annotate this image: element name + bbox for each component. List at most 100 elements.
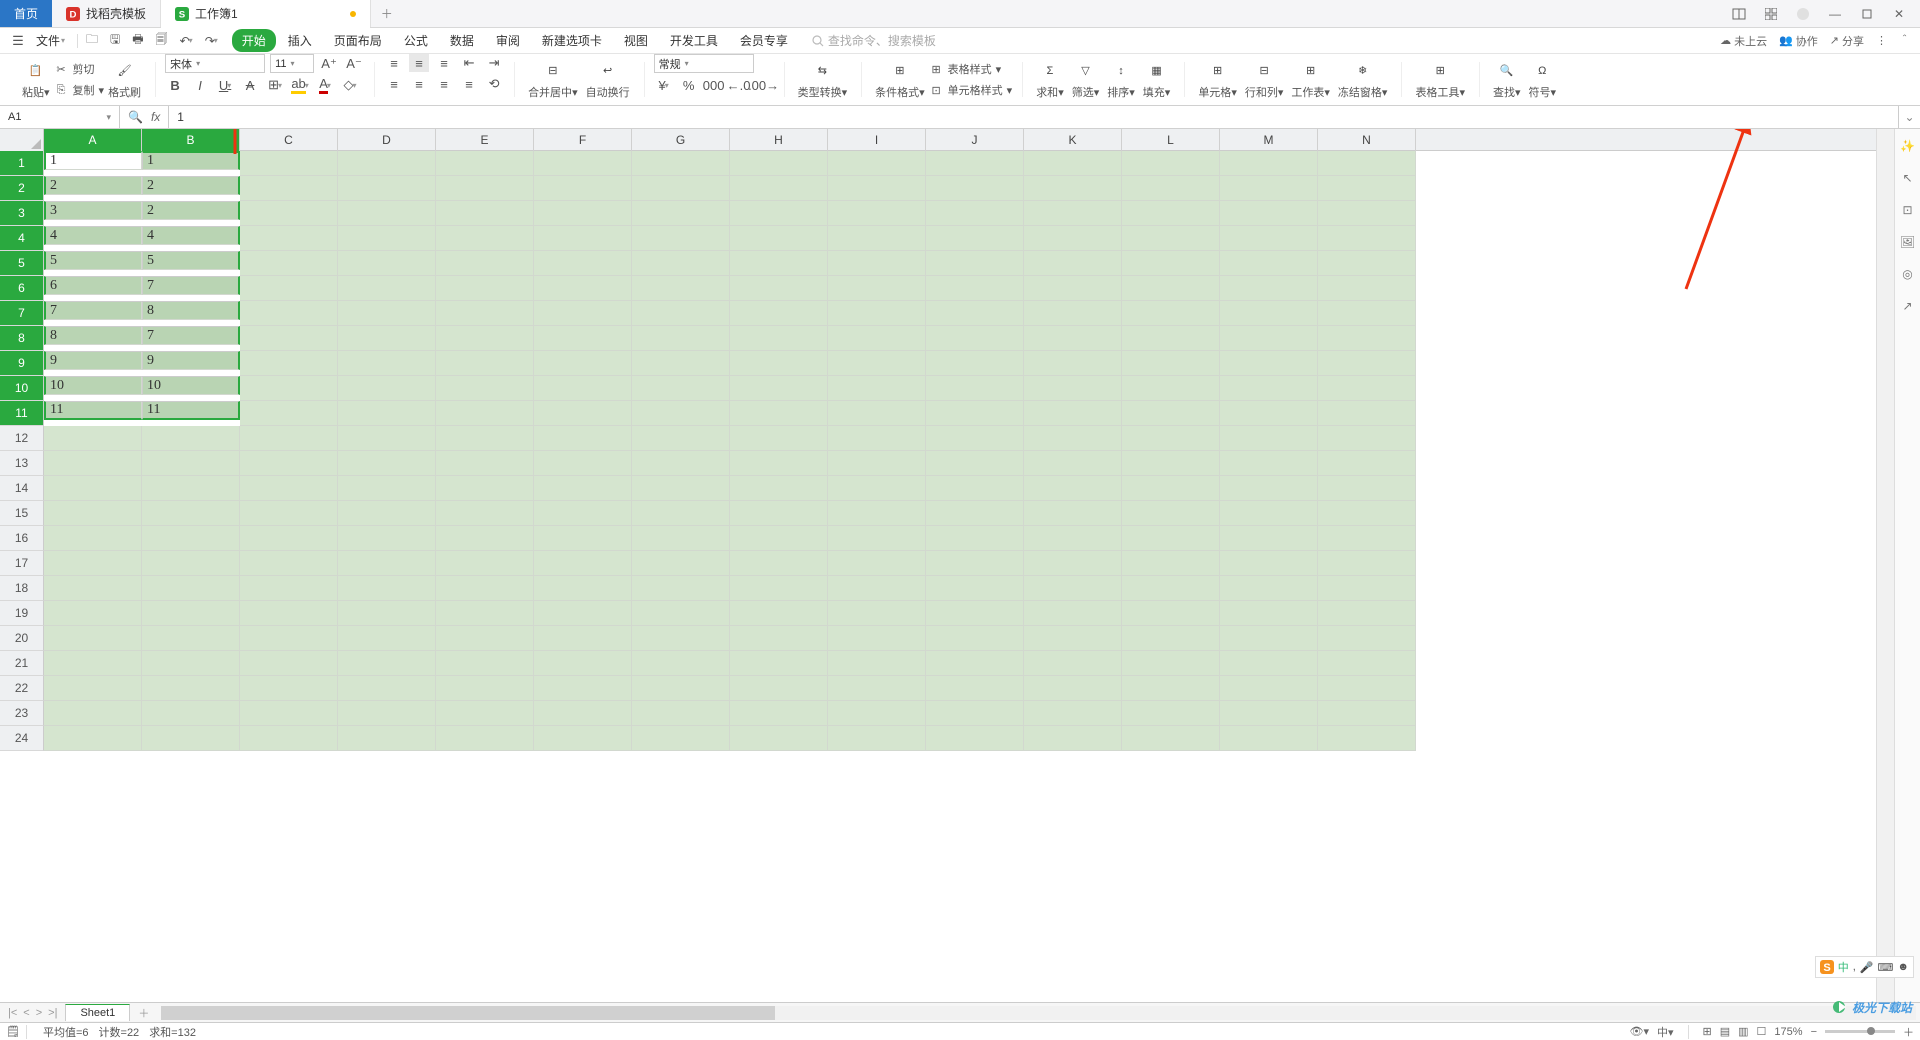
cell[interactable]: 11 bbox=[142, 401, 240, 420]
cell[interactable] bbox=[534, 501, 632, 526]
cell[interactable]: 2 bbox=[44, 176, 142, 195]
cell[interactable] bbox=[828, 526, 926, 551]
cell[interactable] bbox=[632, 576, 730, 601]
cell[interactable] bbox=[1122, 701, 1220, 726]
rowcol-button[interactable]: ⊟行和列▾ bbox=[1241, 57, 1288, 103]
cell[interactable] bbox=[632, 701, 730, 726]
cell[interactable] bbox=[436, 351, 534, 376]
highlight-color-button[interactable]: ab▾ bbox=[290, 76, 310, 94]
cell[interactable] bbox=[142, 451, 240, 476]
cell[interactable] bbox=[240, 376, 338, 401]
ribbon-tab-dev[interactable]: 开发工具 bbox=[660, 29, 728, 52]
cell[interactable]: 10 bbox=[142, 376, 240, 395]
font-name-select[interactable]: 宋体▾ bbox=[165, 54, 265, 73]
cell[interactable] bbox=[1318, 551, 1416, 576]
cell[interactable]: 1 bbox=[44, 151, 142, 170]
cell[interactable] bbox=[632, 726, 730, 751]
cell[interactable] bbox=[534, 601, 632, 626]
cell[interactable] bbox=[534, 551, 632, 576]
cell[interactable] bbox=[436, 626, 534, 651]
cell[interactable]: 9 bbox=[44, 351, 142, 370]
row-header[interactable]: 18 bbox=[0, 576, 44, 601]
cell[interactable] bbox=[1024, 276, 1122, 301]
cell[interactable] bbox=[534, 651, 632, 676]
cell[interactable]: 7 bbox=[44, 301, 142, 320]
worksheet-button[interactable]: ⊞工作表▾ bbox=[1287, 57, 1334, 103]
cell[interactable] bbox=[828, 251, 926, 276]
cell[interactable] bbox=[142, 726, 240, 751]
cell[interactable] bbox=[1024, 676, 1122, 701]
row-header[interactable]: 20 bbox=[0, 626, 44, 651]
cell[interactable] bbox=[1122, 401, 1220, 426]
cell[interactable] bbox=[1318, 201, 1416, 226]
sheet-tab-1[interactable]: Sheet1 bbox=[65, 1004, 130, 1021]
cell[interactable] bbox=[632, 376, 730, 401]
cell[interactable] bbox=[632, 601, 730, 626]
vertical-scrollbar[interactable] bbox=[1876, 129, 1894, 1002]
cell[interactable] bbox=[926, 226, 1024, 251]
cell[interactable] bbox=[534, 426, 632, 451]
merge-button[interactable]: ⊟合并居中▾ bbox=[524, 57, 582, 103]
cell[interactable] bbox=[1024, 501, 1122, 526]
cell[interactable] bbox=[828, 451, 926, 476]
cell[interactable] bbox=[1024, 626, 1122, 651]
cell[interactable] bbox=[1024, 426, 1122, 451]
cell[interactable] bbox=[240, 651, 338, 676]
cell[interactable] bbox=[240, 351, 338, 376]
cell[interactable] bbox=[1318, 151, 1416, 176]
cell[interactable] bbox=[632, 301, 730, 326]
cell[interactable] bbox=[142, 701, 240, 726]
cell[interactable] bbox=[632, 476, 730, 501]
cell[interactable] bbox=[436, 476, 534, 501]
cell[interactable] bbox=[44, 701, 142, 726]
cell[interactable]: 2 bbox=[142, 176, 240, 195]
add-sheet-button[interactable]: ＋ bbox=[130, 1005, 157, 1021]
row-header[interactable]: 1 bbox=[0, 151, 44, 176]
cell[interactable] bbox=[1122, 226, 1220, 251]
cell[interactable] bbox=[142, 651, 240, 676]
cell[interactable]: 6 bbox=[44, 276, 142, 295]
cell[interactable] bbox=[338, 176, 436, 201]
cell[interactable] bbox=[1122, 276, 1220, 301]
symbol-button[interactable]: Ω符号▾ bbox=[1525, 57, 1561, 103]
cell[interactable] bbox=[1122, 726, 1220, 751]
cell[interactable] bbox=[338, 576, 436, 601]
cell[interactable] bbox=[926, 526, 1024, 551]
cell[interactable] bbox=[1220, 726, 1318, 751]
cell[interactable] bbox=[1220, 151, 1318, 176]
cell[interactable] bbox=[730, 326, 828, 351]
cell[interactable] bbox=[1220, 501, 1318, 526]
cell[interactable] bbox=[44, 551, 142, 576]
borders-button[interactable]: ⊞▾ bbox=[265, 76, 285, 94]
cell[interactable] bbox=[1024, 576, 1122, 601]
column-header[interactable]: F bbox=[534, 129, 632, 151]
close-button[interactable]: ✕ bbox=[1888, 4, 1910, 24]
cell[interactable] bbox=[926, 426, 1024, 451]
filter-button[interactable]: ▽筛选▾ bbox=[1068, 57, 1104, 103]
cell[interactable] bbox=[338, 376, 436, 401]
print-preview-icon[interactable]: 🗐 bbox=[156, 30, 168, 51]
open-icon[interactable]: 🗀 bbox=[86, 30, 98, 51]
cell[interactable] bbox=[730, 726, 828, 751]
cell[interactable] bbox=[1122, 651, 1220, 676]
cell[interactable] bbox=[1122, 426, 1220, 451]
row-header[interactable]: 13 bbox=[0, 451, 44, 476]
cell[interactable] bbox=[1122, 176, 1220, 201]
side-assistant-icon[interactable]: ✨ bbox=[1899, 137, 1917, 155]
font-increase-icon[interactable]: A⁺ bbox=[319, 55, 339, 73]
cell[interactable] bbox=[730, 526, 828, 551]
cell[interactable] bbox=[828, 176, 926, 201]
cell[interactable] bbox=[1220, 276, 1318, 301]
cell[interactable] bbox=[534, 326, 632, 351]
cell[interactable] bbox=[44, 476, 142, 501]
cell[interactable] bbox=[632, 176, 730, 201]
cell[interactable] bbox=[240, 601, 338, 626]
cell[interactable] bbox=[1122, 676, 1220, 701]
cell[interactable] bbox=[338, 676, 436, 701]
skin-icon[interactable] bbox=[1792, 4, 1814, 24]
cell[interactable]: 5 bbox=[44, 251, 142, 270]
cell[interactable] bbox=[828, 226, 926, 251]
cell[interactable] bbox=[338, 651, 436, 676]
ribbon-tab-review[interactable]: 审阅 bbox=[486, 29, 530, 52]
cell[interactable] bbox=[534, 626, 632, 651]
